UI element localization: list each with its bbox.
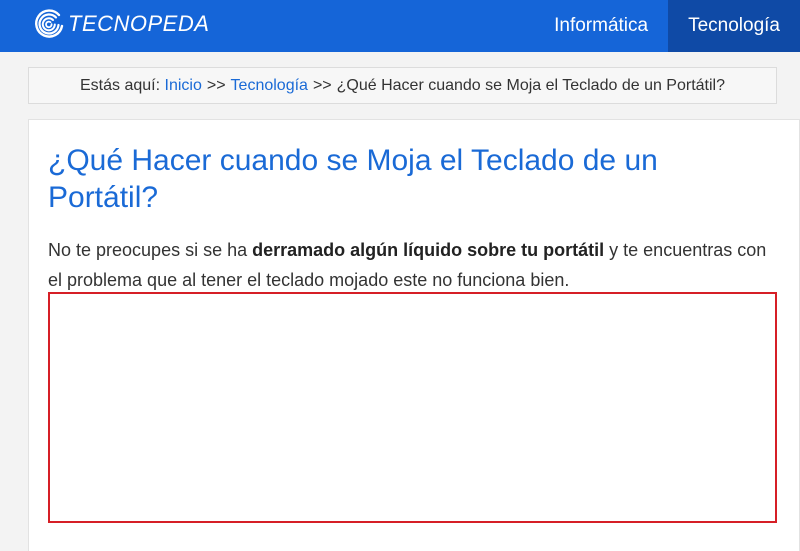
swirl-logo-icon	[35, 9, 64, 38]
article-intro: No te preocupes si se ha derramado algún…	[48, 235, 783, 295]
intro-text-start: No te preocupes si se ha	[48, 240, 253, 260]
breadcrumb-link-inicio[interactable]: Inicio	[165, 77, 202, 95]
breadcrumb-prefix: Estás aquí:	[80, 76, 161, 94]
breadcrumb-link-tecnologia[interactable]: Tecnología	[231, 77, 308, 95]
ad-placeholder	[48, 292, 777, 523]
nav-item-tecnologia[interactable]: Tecnología	[668, 0, 800, 52]
intro-text-bold: derramado algún líquido sobre tu portáti…	[252, 240, 605, 260]
site-logo[interactable]: TECNOPEDA	[32, 6, 209, 42]
breadcrumb-separator: >>	[206, 76, 226, 94]
breadcrumb: Estás aquí: Inicio >> Tecnología >> ¿Qué Hac…	[28, 67, 777, 104]
nav-item-informatica[interactable]: Informática	[534, 0, 668, 52]
article-title: ¿Qué Hacer cuando se Moja el Teclado de …	[48, 144, 658, 214]
site-logo-text: TECNOPEDA	[68, 11, 210, 36]
article-card: ¿Qué Hacer cuando se Moja el Teclado de …	[28, 119, 800, 551]
breadcrumb-separator: >>	[312, 76, 332, 94]
breadcrumb-current: ¿Qué Hacer cuando se Moja el Teclado de …	[336, 76, 725, 94]
main-menu: Informática Tecnología	[534, 0, 800, 52]
top-navigation-bar: TECNOPEDA Informática Tecnología	[0, 0, 800, 52]
